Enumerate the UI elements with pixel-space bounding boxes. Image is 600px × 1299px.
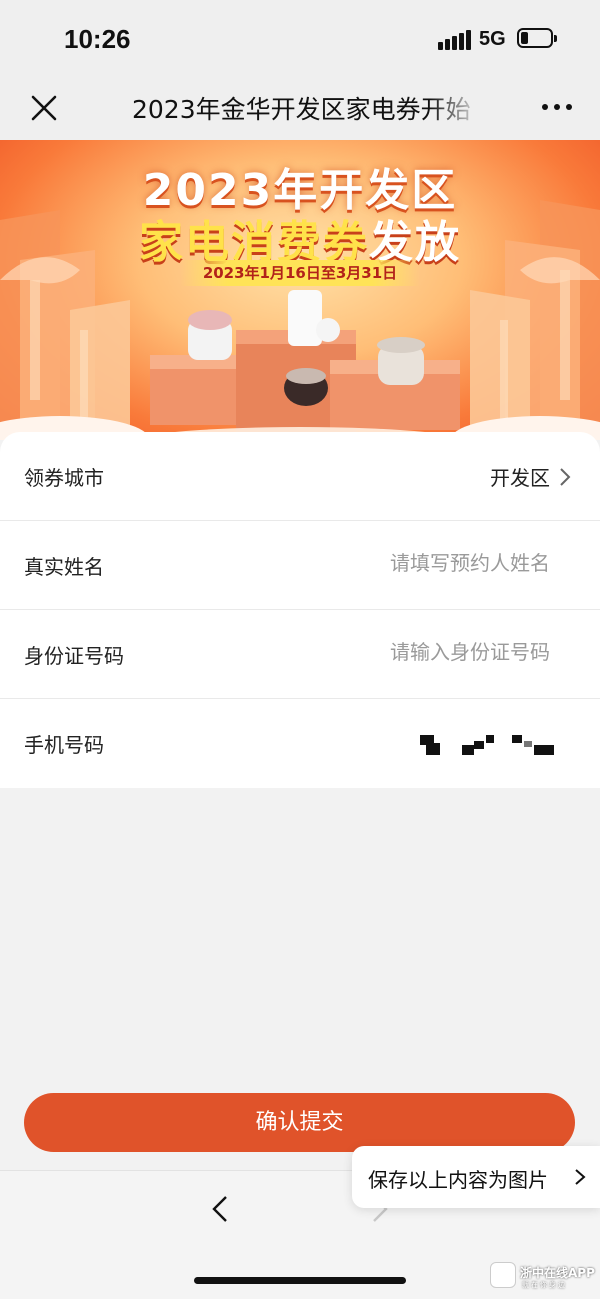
home-indicator xyxy=(194,1277,406,1284)
battery-icon xyxy=(517,28,557,48)
name-row: 真实姓名 xyxy=(0,521,600,609)
back-arrow-icon[interactable] xyxy=(208,1193,232,1225)
watermark-brand: 浙中在线APP xyxy=(520,1266,595,1280)
city-value: 开发区 xyxy=(490,466,550,490)
watermark-slogan: 就在你身边 xyxy=(522,1281,567,1289)
chevron-right-icon xyxy=(560,468,571,486)
network-type: 5G xyxy=(479,28,506,50)
phone-label: 手机号码 xyxy=(24,733,104,757)
save-as-image-label: 保存以上内容为图片 xyxy=(368,1168,548,1192)
status-bar: 10:26 5G xyxy=(0,0,600,80)
app-logo-icon xyxy=(490,1262,516,1288)
watermark: 浙中在线APP 就在你身边 xyxy=(490,1262,600,1292)
phone-row: 手机号码 xyxy=(0,699,600,787)
name-label: 真实姓名 xyxy=(24,555,104,579)
status-time: 10:26 xyxy=(64,24,131,54)
city-label: 领券城市 xyxy=(24,466,104,490)
city-row[interactable]: 领券城市 开发区 xyxy=(0,432,600,520)
nav-bar: 2023年金华开发区家电券开始 xyxy=(0,80,600,140)
chevron-right-icon xyxy=(575,1169,586,1185)
page-title: 2023年金华开发区家电券开始 xyxy=(132,95,471,124)
promo-banner: 2023年开发区 家电消费券发放 2023年1月16日至3月31日 xyxy=(0,140,600,440)
id-label: 身份证号码 xyxy=(24,644,124,668)
banner-date: 2023年1月16日至3月31日 xyxy=(202,264,398,282)
name-input[interactable] xyxy=(290,551,550,575)
submit-button[interactable]: 确认提交 xyxy=(24,1093,575,1152)
id-input[interactable] xyxy=(290,640,550,664)
phone-input[interactable] xyxy=(420,729,560,759)
save-as-image-button[interactable]: 保存以上内容为图片 xyxy=(352,1146,600,1208)
id-row: 身份证号码 xyxy=(0,610,600,698)
signal-icon xyxy=(438,30,472,50)
close-icon[interactable] xyxy=(28,92,60,124)
form-card: 领券城市 开发区 真实姓名 身份证号码 手机号码 xyxy=(0,432,600,788)
more-icon[interactable] xyxy=(540,94,574,118)
